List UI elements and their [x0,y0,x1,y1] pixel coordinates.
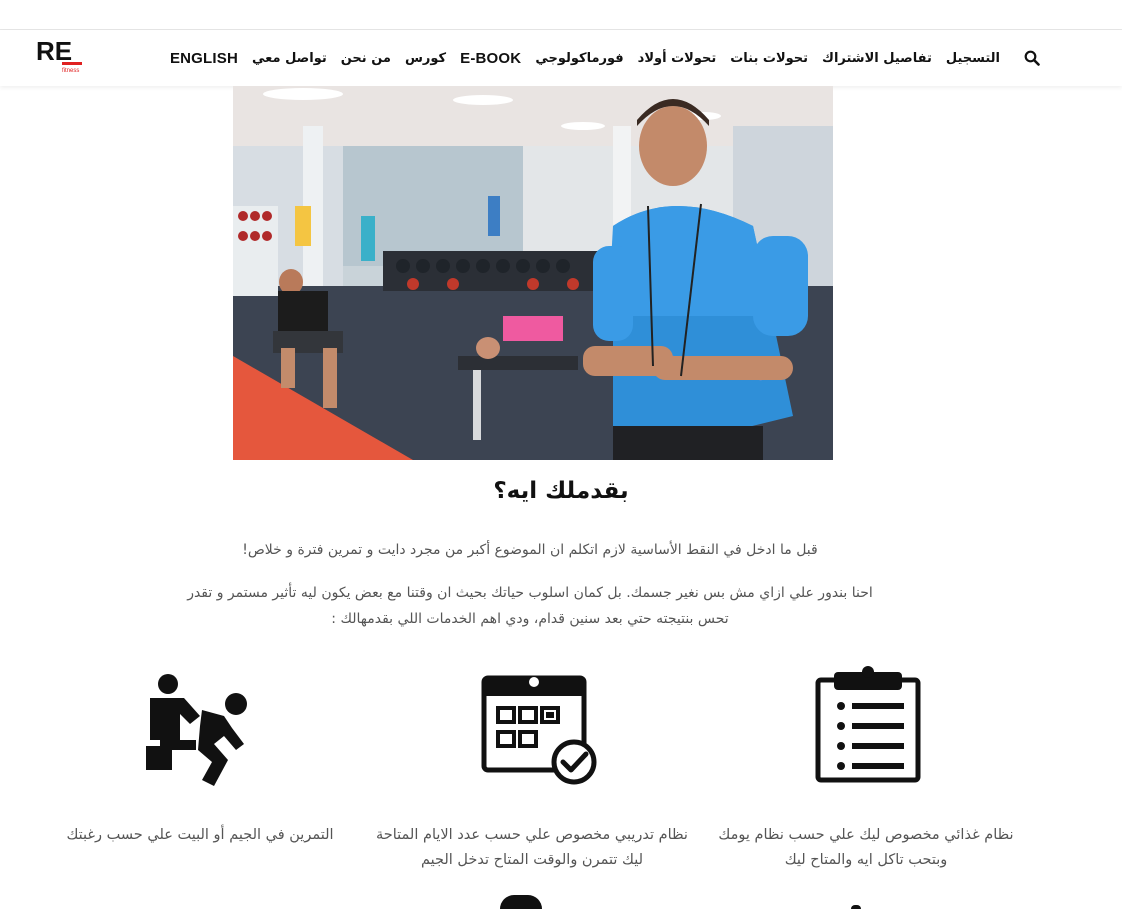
nav-girls-transformations[interactable]: تحولات بنات [730,51,808,66]
feature-text-training: نظام تدريبي مخصوص علي حسب عدد الايام الم… [376,827,688,868]
section-heading: بقدملك ايه؟ [493,478,629,504]
site-logo[interactable]: RE fitness [36,34,86,74]
clipboard-list-icon [806,666,926,786]
logo-r: RE [36,36,72,66]
nav-boys-transformations[interactable]: تحولات أولاد [638,51,717,66]
main-nav: التسجيل تفاصيل الاشتراك تحولات بنات تحول… [170,30,1040,86]
top-bar [0,0,1122,30]
site-header: RE fitness التسجيل تفاصيل الاشتراك تحولا… [0,30,1122,86]
search-icon[interactable] [1024,47,1040,69]
nav-english[interactable]: ENGLISH [170,50,238,67]
nav-about[interactable]: من نحن [341,51,391,66]
intro-paragraph: قبل ما ادخل في النقط الأساسية لازم اتكلم… [242,542,818,558]
nav-course[interactable]: كورس [405,51,446,66]
calendar-check-icon [478,672,598,792]
nav-ebook[interactable]: E-BOOK [460,50,521,67]
nav-contact[interactable]: تواصل معي [252,51,327,66]
services-paragraph: احنا بندور علي ازاي مش بس نغير جسمك. بل … [187,585,873,627]
nav-register[interactable]: التسجيل [946,51,1000,66]
trainer-exercise-icon [140,670,260,790]
logo-subtext: fitness [62,68,79,74]
feature-text-location: التمرين في الجيم أو البيت علي حسب رغبتك [66,827,334,843]
next-row-icon-partial-left [500,895,542,909]
hero-gym-image [233,86,833,460]
feature-text-nutrition: نظام غذائي مخصوص ليك علي حسب نظام يومك و… [718,827,1014,868]
next-row-icon-partial-right [851,905,861,909]
nav-pharmacology[interactable]: فورماكولوجي [535,51,623,66]
nav-subscription-details[interactable]: تفاصيل الاشتراك [822,51,932,66]
